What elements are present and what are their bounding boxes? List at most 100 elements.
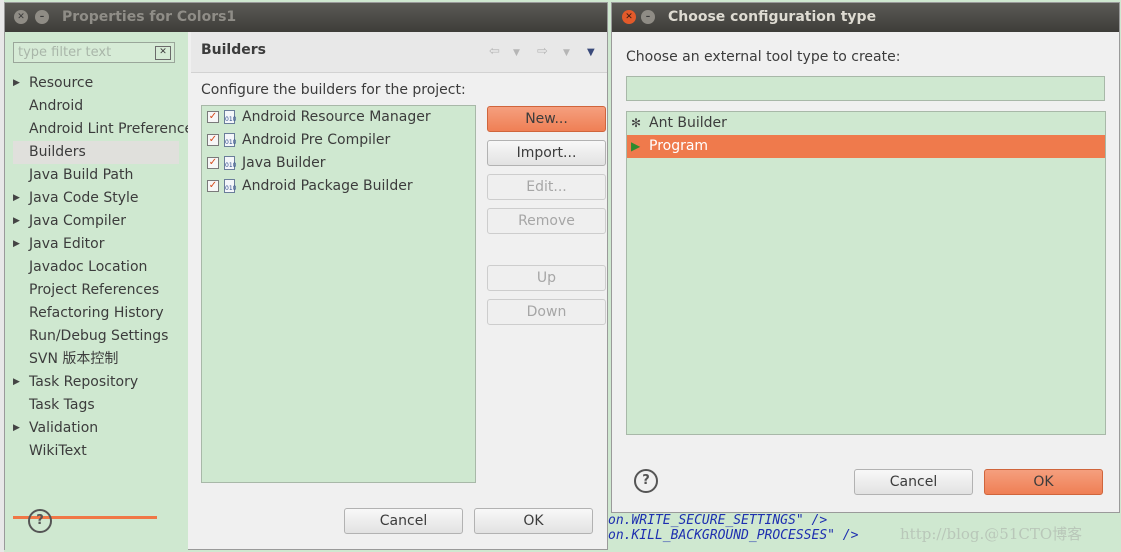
remove-button[interactable]: Remove: [487, 208, 606, 234]
tree-item-label: Validation: [29, 420, 99, 436]
tree-item[interactable]: Builders: [13, 141, 179, 164]
tree-item[interactable]: WikiText: [5, 440, 188, 463]
window-title: Properties for Colors1: [62, 9, 237, 25]
tree-item[interactable]: Javadoc Location: [5, 256, 188, 279]
window-title: Choose configuration type: [668, 9, 877, 25]
properties-titlebar: ✕ – Properties for Colors1: [5, 3, 607, 32]
ant-icon: ✻: [631, 116, 642, 130]
background-code: on.WRITE_SECURE_SETTINGS" /> on.KILL_BAC…: [608, 513, 858, 543]
builders-list: ✓ 010 Android Resource Manager ✓ 010 Android …: [201, 105, 476, 483]
builder-row[interactable]: ✓ 010 Android Resource Manager: [202, 106, 475, 129]
minimize-icon[interactable]: –: [641, 10, 655, 24]
help-icon[interactable]: ?: [634, 469, 658, 493]
tree-item-label: Java Code Style: [29, 190, 139, 206]
tree-item[interactable]: Java Build Path: [5, 164, 188, 187]
tool-type-item[interactable]: ✻ Ant Builder: [627, 112, 1105, 135]
expand-arrow-icon[interactable]: ▶: [13, 417, 20, 440]
clear-filter-icon[interactable]: ✕: [155, 46, 171, 60]
builder-row[interactable]: ✓ 010 Java Builder: [202, 152, 475, 175]
filter-placeholder: type filter text: [18, 45, 112, 60]
view-menu-icon[interactable]: ▼: [587, 47, 595, 58]
edit-button[interactable]: Edit...: [487, 174, 606, 200]
builders-page: Builders ⇦ ▼ ⇨ ▼ ▼ Configure the builder…: [191, 32, 607, 502]
tree-item-label: Javadoc Location: [29, 259, 148, 275]
binary-file-icon: 010: [224, 156, 236, 170]
minimize-icon[interactable]: –: [35, 10, 49, 24]
tree-item-label: Java Editor: [29, 236, 105, 252]
tree-item[interactable]: ▶ Java Code Style: [5, 187, 188, 210]
builder-checkbox[interactable]: ✓: [207, 180, 219, 192]
back-arrow-icon[interactable]: ⇦: [489, 44, 500, 59]
builder-row[interactable]: ✓ 010 Android Package Builder: [202, 175, 475, 198]
ok-button[interactable]: OK: [984, 469, 1103, 495]
binary-file-icon: 010: [224, 179, 236, 193]
choose-titlebar: ✕ – Choose configuration type: [612, 3, 1119, 32]
down-button[interactable]: Down: [487, 299, 606, 325]
binary-file-icon: 010: [224, 133, 236, 147]
new-button[interactable]: New...: [487, 106, 606, 132]
builder-row[interactable]: ✓ 010 Android Pre Compiler: [202, 129, 475, 152]
ok-button[interactable]: OK: [474, 508, 593, 534]
tool-type-item[interactable]: ▶ Program: [627, 135, 1105, 158]
tree-item-label: Refactoring History: [29, 305, 164, 321]
import-button[interactable]: Import...: [487, 140, 606, 166]
forward-dropdown-icon[interactable]: ▼: [563, 48, 570, 58]
expand-arrow-icon[interactable]: ▶: [13, 371, 20, 394]
tool-type-list: ✻ Ant Builder ▶ Program: [626, 111, 1106, 435]
expand-arrow-icon[interactable]: ▶: [13, 72, 20, 95]
help-icon[interactable]: ?: [28, 509, 52, 533]
tree-item[interactable]: Android Lint Preferences: [5, 118, 188, 141]
tree-item[interactable]: ▶ Java Compiler: [5, 210, 188, 233]
type-filter-input[interactable]: [626, 76, 1105, 101]
page-header: Builders ⇦ ▼ ⇨ ▼ ▼: [191, 32, 607, 73]
tool-type-label: Ant Builder: [649, 115, 727, 131]
code-line: on.KILL_BACKGROUND_PROCESSES" />: [608, 528, 859, 543]
builder-label: Android Resource Manager: [242, 109, 431, 125]
back-dropdown-icon[interactable]: ▼: [513, 48, 520, 58]
page-title: Builders: [201, 42, 266, 58]
tree-item-label: SVN 版本控制: [29, 351, 119, 367]
close-icon[interactable]: ✕: [14, 10, 28, 24]
tree-item-label: Task Tags: [29, 397, 95, 413]
expand-arrow-icon[interactable]: ▶: [13, 210, 20, 233]
cancel-button[interactable]: Cancel: [854, 469, 973, 495]
tree-item[interactable]: Project References: [5, 279, 188, 302]
up-button[interactable]: Up: [487, 265, 606, 291]
code-line: on.WRITE_SECURE_SETTINGS" />: [608, 513, 828, 528]
tree-item[interactable]: Android: [5, 95, 188, 118]
expand-arrow-icon[interactable]: ▶: [13, 233, 20, 256]
forward-arrow-icon[interactable]: ⇨: [537, 44, 548, 59]
close-icon[interactable]: ✕: [622, 10, 636, 24]
builder-checkbox[interactable]: ✓: [207, 134, 219, 146]
tree-item[interactable]: Run/Debug Settings: [5, 325, 188, 348]
tree-item-label: Builders: [29, 144, 86, 160]
tree-item-label: Resource: [29, 75, 94, 91]
tree-item-label: Android: [29, 98, 84, 114]
tree-item-label: Run/Debug Settings: [29, 328, 169, 344]
tree-item[interactable]: ▶ Resource: [5, 72, 188, 95]
property-tree: ▶ Resource Android Android Lint Preferences…: [5, 72, 188, 463]
tree-item[interactable]: ▶ Java Editor: [5, 233, 188, 256]
binary-file-icon: 010: [224, 110, 236, 124]
builder-checkbox[interactable]: ✓: [207, 111, 219, 123]
builder-label: Android Pre Compiler: [242, 132, 391, 148]
tree-item[interactable]: Refactoring History: [5, 302, 188, 325]
program-icon: ▶: [631, 139, 641, 153]
tool-type-label: Program: [649, 138, 709, 154]
filter-input[interactable]: type filter text ✕: [13, 42, 175, 63]
builders-description: Configure the builders for the project:: [201, 82, 466, 98]
tree-item[interactable]: SVN 版本控制: [5, 348, 188, 371]
tree-item[interactable]: ▶ Task Repository: [5, 371, 188, 394]
tree-item-label: Project References: [29, 282, 160, 298]
properties-dialog: ✕ – Properties for Colors1 type filter t…: [4, 2, 608, 551]
expand-arrow-icon[interactable]: ▶: [13, 187, 20, 210]
builder-label: Android Package Builder: [242, 178, 413, 194]
builder-checkbox[interactable]: ✓: [207, 157, 219, 169]
tree-item[interactable]: ▶ Validation: [5, 417, 188, 440]
tree-item[interactable]: Task Tags: [5, 394, 188, 417]
cancel-button[interactable]: Cancel: [344, 508, 463, 534]
properties-sidebar: type filter text ✕ ▶ Resource Android Andro…: [5, 32, 188, 551]
choose-prompt: Choose an external tool type to create:: [626, 49, 901, 65]
watermark: http://blog.@51CTO博客: [900, 525, 1083, 543]
choose-configuration-dialog: ✕ – Choose configuration type Choose an …: [611, 2, 1120, 513]
